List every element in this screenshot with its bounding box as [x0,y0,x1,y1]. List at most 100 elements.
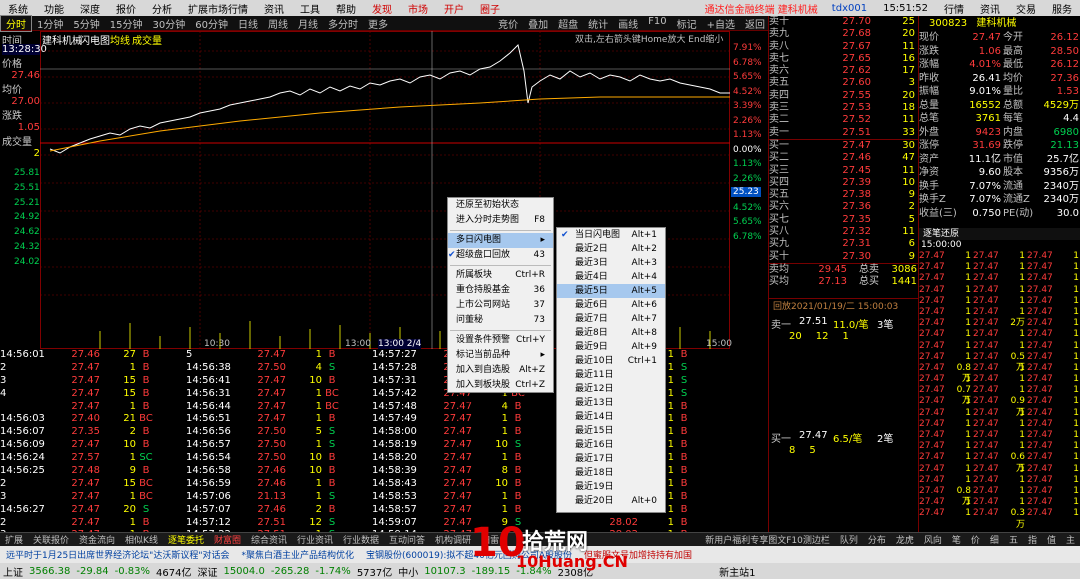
tab-stroke[interactable]: 笔 [947,533,966,546]
sell-level-row[interactable]: 卖五 27.60 3 [769,77,918,89]
sub-menu-item[interactable]: 最近19日 [557,480,665,494]
buy-level-row[interactable]: 买六 27.36 2 [769,201,918,213]
ctx-menu-item[interactable]: 多日闪电图 ▸ [448,233,553,248]
sub-menu-item[interactable]: 最近7日 Alt+7 [557,312,665,326]
tab-1min[interactable]: 1分钟 [32,16,68,31]
news-item[interactable]: 远平时于1月25日出席世界经济论坛"达沃斯议程"对话会 [0,548,235,561]
menu-help[interactable]: 帮助 [328,1,364,16]
tab-dist[interactable]: 分布 [863,533,891,546]
tab-price[interactable]: 价 [966,533,985,546]
tab-detail[interactable]: 细 [985,533,1004,546]
tab-15min[interactable]: 15分钟 [105,16,148,31]
ctx-menu-item[interactable]: 标记当前品种 ▸ [448,348,553,363]
sell-level-row[interactable]: 卖一 27.51 33 [769,127,918,139]
tab-extend[interactable]: 扩展 [0,533,28,546]
sub-menu-item[interactable]: 最近15日 [557,424,665,438]
tab-general-news[interactable]: 综合资讯 [246,533,292,546]
ctx-menu-item[interactable]: 加入到板块股 Ctrl+Z [448,378,553,393]
btn-back[interactable]: 返回 [740,16,770,31]
sub-menu-item[interactable]: 最近2日 Alt+2 [557,242,665,256]
tab-main[interactable]: 主 [1061,533,1080,546]
menu-ext-market[interactable]: 扩展市场行情 [180,1,256,16]
tab-newuser[interactable]: 新用户福利专享图文F10测边栏 [700,533,835,546]
sub-menu-item[interactable]: 最近3日 Alt+3 [557,256,665,270]
tab-queue[interactable]: 队列 [835,533,863,546]
tab-five[interactable]: 五 [1004,533,1023,546]
tab-60min[interactable]: 60分钟 [190,16,233,31]
tab-daily[interactable]: 日线 [233,16,263,31]
buy-level-row[interactable]: 买三 27.45 11 [769,165,918,177]
menu-quote[interactable]: 报价 [108,1,144,16]
sell-level-row[interactable]: 卖六 27.62 17 [769,65,918,77]
menu-function[interactable]: 功能 [36,1,72,16]
sub-menu-item[interactable]: 最近12日 [557,382,665,396]
tab-more[interactable]: 更多 [363,16,393,31]
buy-level-row[interactable]: 买五 27.38 9 [769,189,918,201]
tab-weekly[interactable]: 周线 [263,16,293,31]
ctx-menu-item[interactable]: 问董秘 73 [448,313,553,328]
sub-menu-item[interactable]: 最近9日 Alt+9 [557,340,665,354]
win-tab-trade[interactable]: 交易 [1008,1,1044,16]
buy-level-row[interactable]: 买二 27.46 47 [769,152,918,164]
tab-multi-intraday[interactable]: 多分时 [323,16,363,31]
sub-menu-item[interactable]: 最近14日 [557,410,665,424]
ctx-menu-item[interactable]: 重仓持股基金 36 [448,283,553,298]
btn-add-favorite[interactable]: +自选 [702,16,740,31]
menu-circle[interactable]: 圈子 [472,1,508,16]
win-tab-service[interactable]: 服务 [1044,1,1080,16]
sub-menu-item[interactable]: 最近6日 Alt+6 [557,298,665,312]
btn-f10[interactable]: F10 [643,16,671,31]
sub-menu-item[interactable]: 最近20日 Alt+0 [557,494,665,508]
btn-stats[interactable]: 统计 [583,16,613,31]
tab-intraday[interactable]: 分时 [0,14,32,32]
sub-menu-item[interactable]: 最近4日 Alt+4 [557,270,665,284]
menu-discover[interactable]: 发现 [364,1,400,16]
news-item[interactable]: *聚焦白酒主业产品结构优化 [235,548,360,561]
tab-industry-data[interactable]: 行业数据 [338,533,384,546]
tab-30min[interactable]: 30分钟 [147,16,190,31]
sub-menu-item[interactable]: 最近5日 Alt+5 [557,284,665,298]
tab-value[interactable]: 值 [1042,533,1061,546]
tab-tick-order[interactable]: 逐笔委托 [163,533,209,546]
buy-level-row[interactable]: 买四 27.39 10 [769,177,918,189]
sell-level-row[interactable]: 卖四 27.55 20 [769,90,918,102]
buy-level-row[interactable]: 买九 27.31 6 [769,238,918,250]
sell-level-row[interactable]: 卖九 27.68 20 [769,28,918,40]
ctx-menu-item[interactable]: 设置条件预警 Ctrl+Y [448,333,553,348]
sub-menu-item[interactable]: 最近17日 [557,452,665,466]
tab-wind[interactable]: 风向 [919,533,947,546]
sell-level-row[interactable]: 卖二 27.52 11 [769,114,918,126]
menu-tools[interactable]: 工具 [292,1,328,16]
sub-menu-item[interactable]: 最近11日 [557,368,665,382]
sub-menu-item[interactable]: 最近8日 Alt+8 [557,326,665,340]
btn-mark[interactable]: 标记 [672,16,702,31]
btn-overlay[interactable]: 叠加 [523,16,553,31]
sub-menu-item[interactable]: 最近13日 [557,396,665,410]
sell-level-row[interactable]: 卖八 27.67 11 [769,41,918,53]
ctx-menu-item[interactable]: ✔ 超级盘口回放 43 [448,248,553,263]
tab-wealth-circle[interactable]: 财富圈 [209,533,246,546]
win-tab-news[interactable]: 资讯 [972,1,1008,16]
btn-draw[interactable]: 画线 [613,16,643,31]
ctx-menu-item[interactable]: 从板块中删除 Alt+D [448,393,553,408]
ctx-menu-item[interactable]: 上市公司网站 37 [448,298,553,313]
buy-level-row[interactable]: 买八 27.32 11 [769,226,918,238]
sell-level-row[interactable]: 卖七 27.65 16 [769,53,918,65]
buy-level-row[interactable]: 买一 27.47 30 [769,140,918,152]
tab-index[interactable]: 指 [1023,533,1042,546]
tab-industry-news[interactable]: 行业资讯 [292,533,338,546]
tab-fund-flow[interactable]: 资金流向 [74,533,120,546]
menu-depth[interactable]: 深度 [72,1,108,16]
ctx-menu-item[interactable]: 所属板块 Ctrl+R [448,268,553,283]
btn-auction[interactable]: 竞价 [493,16,523,31]
tab-5min[interactable]: 5分钟 [68,16,104,31]
tab-monthly[interactable]: 月线 [293,16,323,31]
ctx-menu-item[interactable]: 加入到自选股 Alt+Z [448,363,553,378]
sell-level-row[interactable]: 卖十 27.70 25 [769,16,918,28]
menu-info[interactable]: 资讯 [256,1,292,16]
sub-menu-item[interactable]: ✔ 当日闪电图 Alt+1 [557,228,665,242]
sub-menu-item[interactable]: 最近16日 [557,438,665,452]
buy-level-row[interactable]: 买十 27.30 9 [769,251,918,263]
tab-similar-k[interactable]: 相似K线 [120,533,163,546]
btn-super[interactable]: 超盘 [553,16,583,31]
